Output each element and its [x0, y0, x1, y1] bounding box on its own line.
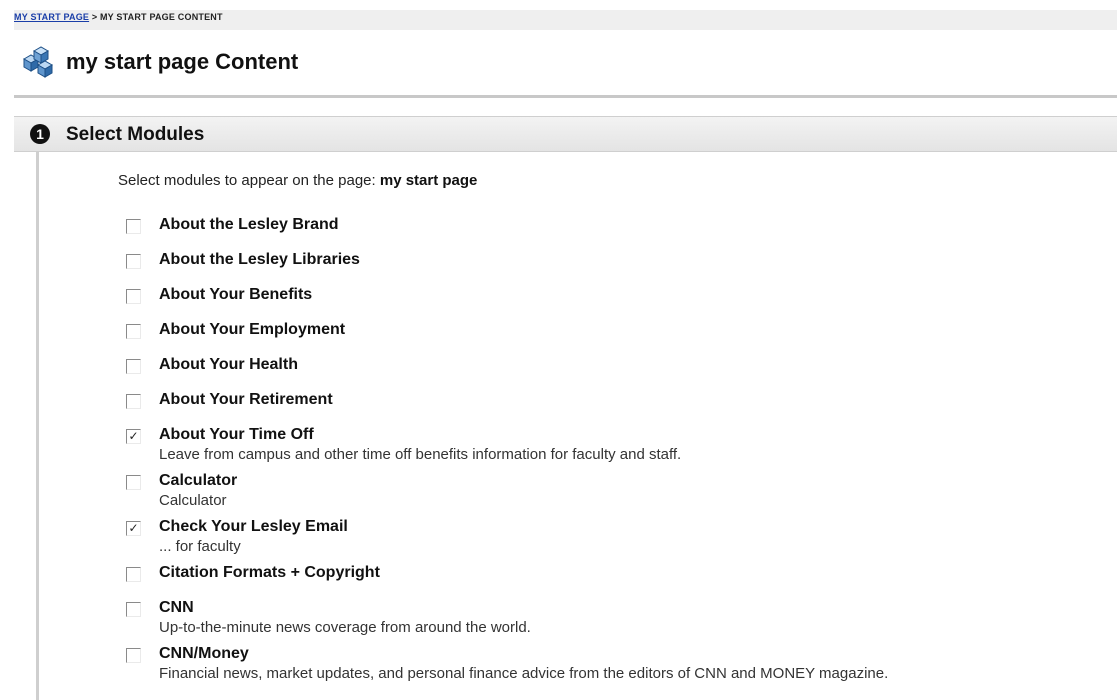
module-name: About the Lesley Libraries [159, 251, 360, 268]
module-checkbox[interactable]: ✓ [126, 429, 141, 444]
module-item[interactable]: CNN Up-to-the-minute news coverage from a… [126, 597, 1117, 637]
modules-cubes-icon [18, 45, 60, 79]
section-left-rail [36, 152, 39, 700]
module-name: About Your Time Off [159, 426, 314, 443]
module-checkbox[interactable]: ✓ [126, 521, 141, 536]
module-name: Check Your Lesley Email [159, 518, 348, 535]
module-item[interactable]: ✓ Check Your Lesley Email ... for faculty [126, 516, 1117, 556]
module-description: ... for faculty [159, 538, 241, 555]
page-header: my start page Content [18, 44, 298, 80]
module-name: About Your Health [159, 356, 298, 373]
module-checkbox[interactable] [126, 394, 141, 409]
module-checkbox[interactable] [126, 602, 141, 617]
module-name: CNN/Money [159, 645, 249, 662]
module-checkbox[interactable] [126, 567, 141, 582]
module-description: Calculator [159, 492, 227, 509]
module-item[interactable]: Calculator Calculator [126, 470, 1117, 510]
module-name: About Your Retirement [159, 391, 333, 408]
module-item[interactable]: Citation Formats + Copyright [126, 562, 1117, 583]
module-name: About Your Employment [159, 321, 346, 338]
module-checkbox[interactable] [126, 359, 141, 374]
module-description: Up-to-the-minute news coverage from arou… [159, 619, 531, 636]
module-item[interactable]: CNN/Money Financial news, market updates,… [126, 643, 1117, 683]
module-name: Citation Formats + Copyright [159, 564, 380, 581]
module-description: Leave from campus and other time off ben… [159, 446, 682, 463]
module-item[interactable]: About the Lesley Brand [126, 214, 1117, 235]
module-item[interactable]: About the Lesley Libraries [126, 249, 1117, 270]
module-checkbox[interactable] [126, 289, 141, 304]
breadcrumb: MY START PAGE > MY START PAGE CONTENT [14, 10, 1117, 30]
module-checkbox[interactable] [126, 648, 141, 663]
module-item[interactable]: About Your Employment [126, 319, 1117, 340]
module-checkbox[interactable] [126, 475, 141, 490]
module-checkbox[interactable] [126, 254, 141, 269]
module-checkbox[interactable] [126, 324, 141, 339]
section-header-select-modules: 1 Select Modules [14, 116, 1117, 152]
intro-page-name: my start page [379, 172, 478, 189]
breadcrumb-current: MY START PAGE CONTENT [99, 12, 223, 22]
module-list: About the Lesley Brand About the Lesley L… [126, 214, 1117, 689]
module-name: Calculator [159, 472, 238, 489]
title-divider [14, 95, 1117, 98]
section-intro: Select modules to appear on the page: my… [118, 172, 477, 189]
module-item[interactable]: About Your Benefits [126, 284, 1117, 305]
page-title: my start page Content [66, 49, 299, 74]
module-description: Financial news, market updates, and pers… [159, 665, 889, 682]
breadcrumb-separator: > [91, 12, 98, 22]
module-name: CNN [159, 599, 194, 616]
module-item[interactable]: About Your Health [126, 354, 1117, 375]
module-item[interactable]: About Your Retirement [126, 389, 1117, 410]
module-name: About the Lesley Brand [159, 216, 339, 233]
module-checkbox[interactable] [126, 219, 141, 234]
breadcrumb-link-my-start-page[interactable]: MY START PAGE [14, 12, 89, 22]
intro-text: Select modules to appear on the page: [118, 172, 376, 189]
module-item[interactable]: ✓ About Your Time Off Leave from campus an… [126, 424, 1117, 464]
step-number-badge: 1 [30, 124, 50, 144]
module-name: About Your Benefits [159, 286, 313, 303]
section-title: Select Modules [66, 124, 205, 145]
